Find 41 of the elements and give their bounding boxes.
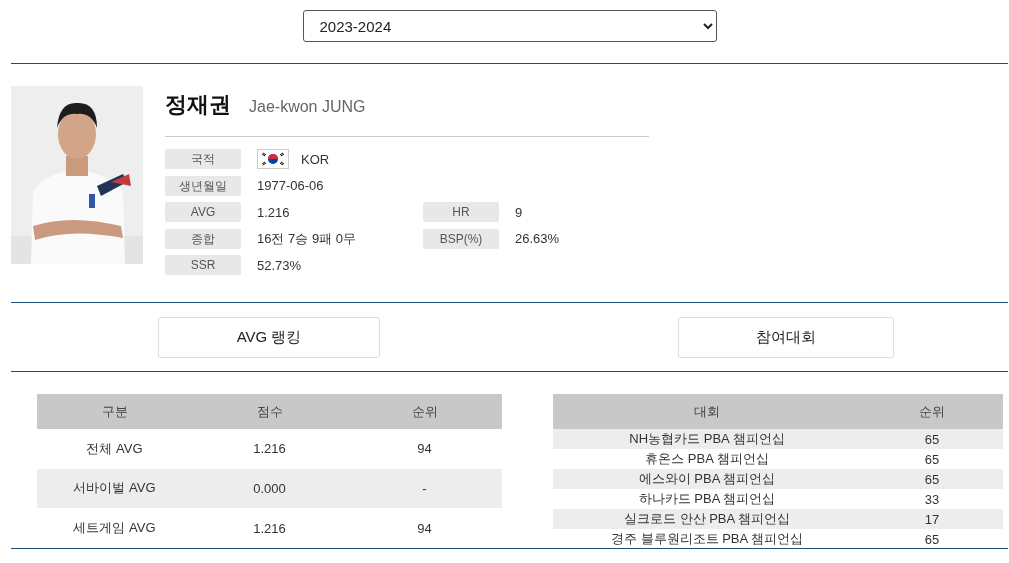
info-value: 16전 7승 9패 0무 (257, 229, 356, 248)
info-label: 생년월일 (165, 175, 241, 196)
info-value: KOR (301, 151, 330, 167)
column-header: 구분 (37, 394, 192, 429)
column-header: 순위 (347, 394, 502, 429)
player-name-english: Jae-kwon JUNG (249, 98, 366, 116)
table-cell: 33 (861, 489, 1003, 509)
info-value: 1977-06-06 (257, 178, 324, 193)
table-cell: 1.216 (192, 429, 347, 469)
table-cell: 경주 블루원리조트 PBA 챔피언십 (553, 529, 861, 548)
table-cell: 94 (347, 429, 502, 469)
table-cell: 실크로드 안산 PBA 챔피언십 (553, 509, 861, 529)
season-select[interactable]: 2023-2024 (302, 10, 717, 42)
player-name: 정재권 (165, 91, 231, 119)
info-value: 1.216 (257, 204, 290, 220)
table-cell: 0.000 (192, 468, 347, 509)
table-cell: NH농협카드 PBA 챔피언십 (553, 429, 861, 449)
column-header: 대회 (553, 394, 861, 429)
section-button[interactable]: AVG 랭킹 (158, 317, 380, 358)
table-cell: 하나카드 PBA 챔피언십 (553, 489, 861, 509)
info-label: SSR (165, 255, 241, 275)
table-cell: 17 (861, 509, 1003, 529)
table-cell: 전체 AVG (37, 429, 192, 469)
info-value: 26.63% (515, 231, 560, 246)
info-value: 52.73% (257, 257, 302, 273)
info-label: HR (423, 202, 499, 222)
info-label: 종합 (165, 228, 241, 249)
table-cell: 휴온스 PBA 챔피언십 (553, 449, 861, 469)
info-label: 국적 (165, 149, 241, 169)
table-cell: - (347, 468, 502, 509)
table-cell: 65 (861, 429, 1003, 449)
table-cell: 에스와이 PBA 챔피언십 (553, 469, 861, 489)
section-button[interactable]: 참여대회 (678, 317, 894, 358)
info-label: AVG (165, 202, 241, 222)
info-label: BSP(%) (423, 228, 499, 249)
table-cell: 65 (861, 449, 1003, 469)
table-cell: 65 (861, 469, 1003, 489)
column-header: 순위 (861, 394, 1003, 429)
column-header: 점수 (192, 394, 347, 429)
table-cell: 서바이벌 AVG (37, 468, 192, 509)
info-value: 9 (515, 204, 523, 220)
